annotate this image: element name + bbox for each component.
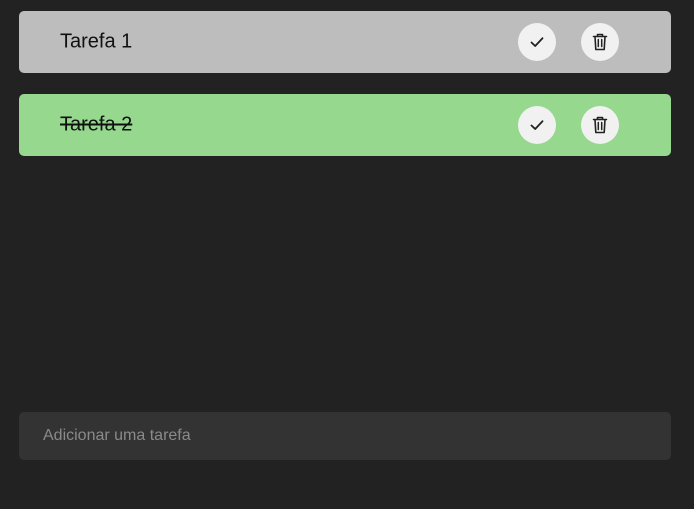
todo-app: Tarefa 1 Tarefa 2 <box>0 0 694 509</box>
task-label: Tarefa 1 <box>60 30 133 53</box>
task-item: Tarefa 1 <box>19 11 671 73</box>
check-icon <box>530 37 544 47</box>
task-label: Tarefa 2 <box>60 113 133 136</box>
check-icon <box>530 120 544 130</box>
trash-icon <box>592 116 608 134</box>
add-task-bar <box>19 412 671 460</box>
trash-icon <box>592 33 608 51</box>
complete-task-button[interactable] <box>518 106 556 144</box>
add-task-input[interactable] <box>19 412 671 460</box>
complete-task-button[interactable] <box>518 23 556 61</box>
task-item: Tarefa 2 <box>19 94 671 156</box>
delete-task-button[interactable] <box>581 106 619 144</box>
delete-task-button[interactable] <box>581 23 619 61</box>
